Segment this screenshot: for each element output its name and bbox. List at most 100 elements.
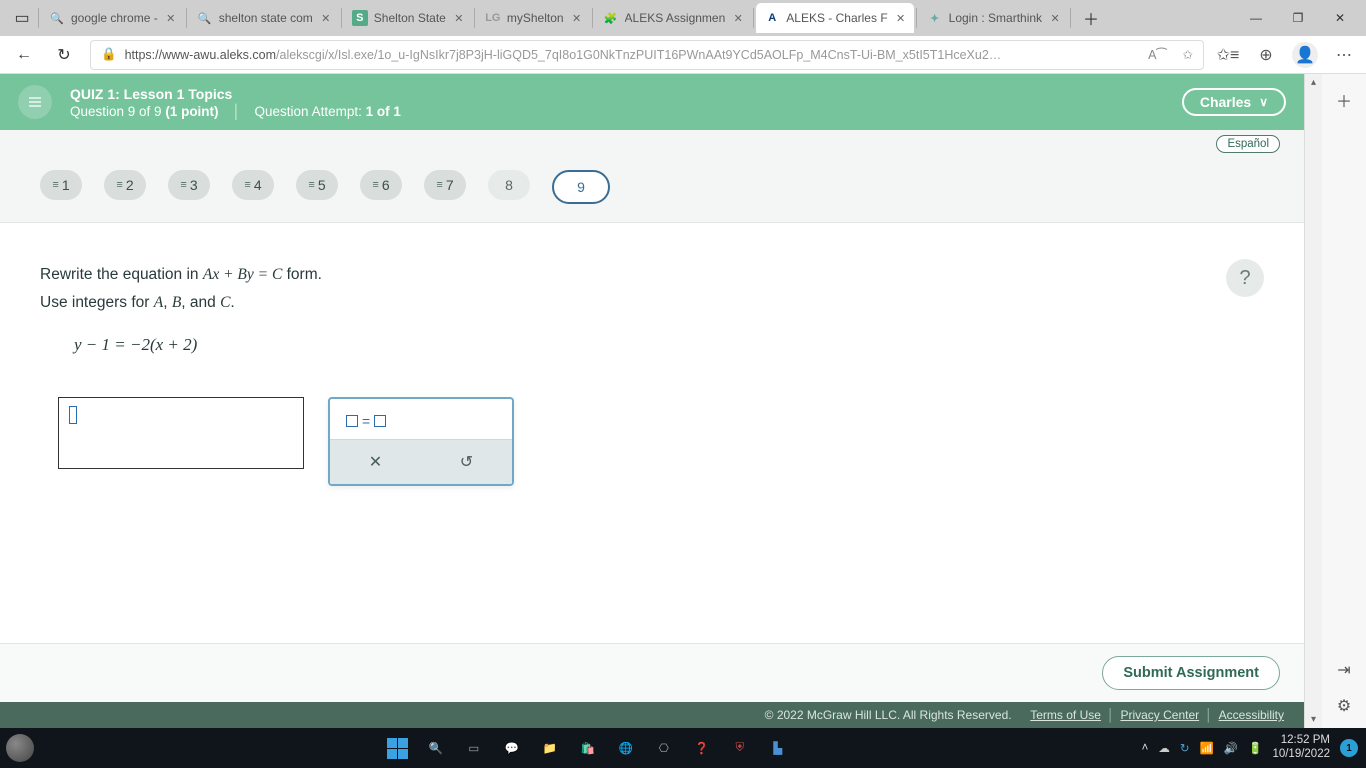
question-pill-6[interactable]: ≡6 (360, 170, 402, 200)
refresh-button[interactable]: ↻ (50, 41, 78, 69)
file-explorer-icon[interactable]: 📁 (538, 736, 562, 760)
address-bar[interactable]: 🔒 https://www-awu.aleks.com/alekscgi/x/I… (90, 40, 1204, 70)
chevron-down-icon: ∨ (1259, 95, 1268, 109)
browser-tab[interactable]: ✦ Login : Smarthink ✕ (919, 3, 1068, 33)
url-host: https://www-awu.aleks.com (125, 48, 276, 62)
undo-button[interactable]: ↺ (421, 446, 512, 478)
reader-mode-icon[interactable]: A⁀ (1148, 47, 1166, 62)
question-pill-5[interactable]: ≡5 (296, 170, 338, 200)
question-pill-7[interactable]: ≡7 (424, 170, 466, 200)
tab-title: ALEKS - Charles F (786, 11, 887, 25)
browser-tab-strip: ▭ 🔍 google chrome - ✕ 🔍 shelton state co… (0, 0, 1366, 36)
vertical-scrollbar[interactable]: ▴ ▾ (1305, 74, 1322, 728)
close-icon[interactable]: ✕ (319, 11, 333, 25)
favorite-icon[interactable]: ✩ (1183, 47, 1193, 62)
back-button[interactable]: ← (10, 41, 38, 69)
user-name: Charles (1200, 94, 1251, 110)
task-view-icon[interactable]: ▭ (462, 736, 486, 760)
close-window-button[interactable]: ✕ (1320, 11, 1360, 25)
sidebar-expand-icon[interactable]: ⇥ (1332, 658, 1356, 682)
attempt-value: 1 of 1 (366, 104, 401, 119)
app-icon[interactable]: ⎔ (652, 736, 676, 760)
given-equation: y − 1 = −2(x + 2) (74, 335, 1264, 355)
user-menu[interactable]: Charles ∨ (1182, 88, 1286, 116)
tab-title: ALEKS Assignmen (625, 11, 726, 25)
question-number: Question 9 of 9 (70, 104, 165, 119)
terms-link[interactable]: Terms of Use (1030, 708, 1101, 722)
scroll-up-icon[interactable]: ▴ (1305, 74, 1322, 91)
search-icon: 🔍 (49, 10, 65, 26)
answer-input[interactable] (58, 397, 304, 469)
equation-keypad: = ✕ ↺ (328, 397, 514, 486)
browser-tab[interactable]: LG myShelton ✕ (477, 3, 590, 33)
maximize-button[interactable]: ❐ (1278, 11, 1318, 25)
store-icon[interactable]: 🛍️ (576, 736, 600, 760)
battery-icon[interactable]: 🔋 (1248, 741, 1262, 755)
tab-title: shelton state com (219, 11, 313, 25)
onedrive-icon[interactable]: ☁ (1158, 741, 1170, 755)
browser-tab[interactable]: 🧩 ALEKS Assignmen ✕ (595, 3, 752, 33)
menu-button[interactable] (18, 85, 52, 119)
question-pill-1[interactable]: ≡1 (40, 170, 82, 200)
submit-assignment-button[interactable]: Submit Assignment (1102, 656, 1280, 690)
close-icon[interactable]: ✕ (570, 11, 584, 25)
sidebar-add-icon[interactable]: ＋ (1332, 88, 1356, 112)
input-cursor (69, 406, 77, 424)
prompt-text: Rewrite the equation in (40, 266, 203, 283)
site-icon: S (352, 10, 368, 26)
help-button[interactable]: ? (1226, 259, 1264, 297)
new-tab-button[interactable]: ＋ (1077, 4, 1105, 32)
notification-badge[interactable]: 1 (1340, 739, 1358, 757)
browser-tab[interactable]: A ALEKS - Charles F ✕ (756, 3, 913, 33)
browser-tab[interactable]: S Shelton State ✕ (344, 3, 472, 33)
close-icon[interactable]: ✕ (731, 11, 745, 25)
clock[interactable]: 12:52 PM 10/19/2022 (1272, 734, 1330, 762)
question-pill-9[interactable]: 9 (552, 170, 610, 204)
settings-icon[interactable]: ⚙ (1332, 694, 1356, 718)
question-body: ? Rewrite the equation in Ax + By = C fo… (0, 223, 1304, 643)
time-text: 12:52 PM (1272, 734, 1330, 748)
close-icon[interactable]: ✕ (164, 11, 178, 25)
tab-title: Login : Smarthink (949, 11, 1042, 25)
wifi-icon[interactable]: 📶 (1199, 741, 1213, 755)
question-pill-3[interactable]: ≡3 (168, 170, 210, 200)
start-button[interactable] (386, 736, 410, 760)
scroll-down-icon[interactable]: ▾ (1305, 711, 1322, 728)
search-icon[interactable]: 🔍 (424, 736, 448, 760)
accessibility-link[interactable]: Accessibility (1219, 708, 1284, 722)
close-icon[interactable]: ✕ (452, 11, 466, 25)
question-pill-4[interactable]: ≡4 (232, 170, 274, 200)
espanol-button[interactable]: Español (1216, 135, 1280, 153)
tab-title: myShelton (507, 11, 564, 25)
privacy-link[interactable]: Privacy Center (1120, 708, 1199, 722)
help-icon[interactable]: ❓ (690, 736, 714, 760)
copyright-text: © 2022 McGraw Hill LLC. All Rights Reser… (765, 708, 1012, 722)
browser-tab[interactable]: 🔍 shelton state com ✕ (189, 3, 339, 33)
minimize-button[interactable]: — (1236, 11, 1276, 25)
weather-widget[interactable] (6, 734, 34, 762)
quiz-title: QUIZ 1: Lesson 1 Topics (70, 86, 401, 102)
close-icon[interactable]: ✕ (1048, 11, 1062, 25)
browser-tab[interactable]: 🔍 google chrome - ✕ (41, 3, 184, 33)
security-icon[interactable]: ⛨ (728, 736, 752, 760)
menu-icon[interactable]: ⋯ (1332, 45, 1356, 65)
collections-icon[interactable]: ⊕ (1254, 45, 1278, 65)
app-icon[interactable]: ▙ (766, 736, 790, 760)
edge-icon[interactable]: 🌐 (614, 736, 638, 760)
update-icon[interactable]: ↻ (1180, 741, 1190, 755)
question-pill-8[interactable]: 8 (488, 170, 530, 200)
url-path: /alekscgi/x/Isl.exe/1o_u-IgNsIkr7j8P3jH-… (276, 48, 1001, 62)
profile-avatar[interactable]: 👤 (1292, 42, 1318, 68)
question-pill-2[interactable]: ≡2 (104, 170, 146, 200)
chat-icon[interactable]: 💬 (500, 736, 524, 760)
tab-actions-icon[interactable]: ▭ (8, 4, 36, 32)
search-icon: 🔍 (197, 10, 213, 26)
close-icon[interactable]: ✕ (894, 11, 908, 25)
equals-template-button[interactable]: = (346, 413, 496, 429)
chevron-up-icon[interactable]: ˄ (1142, 742, 1149, 754)
quiz-header: QUIZ 1: Lesson 1 Topics Question 9 of 9 … (0, 74, 1304, 130)
favorites-bar-icon[interactable]: ✩≡ (1216, 45, 1240, 65)
prompt-equation-form: Ax + By = C (203, 266, 282, 283)
clear-button[interactable]: ✕ (330, 446, 421, 478)
volume-icon[interactable]: 🔊 (1224, 741, 1238, 755)
